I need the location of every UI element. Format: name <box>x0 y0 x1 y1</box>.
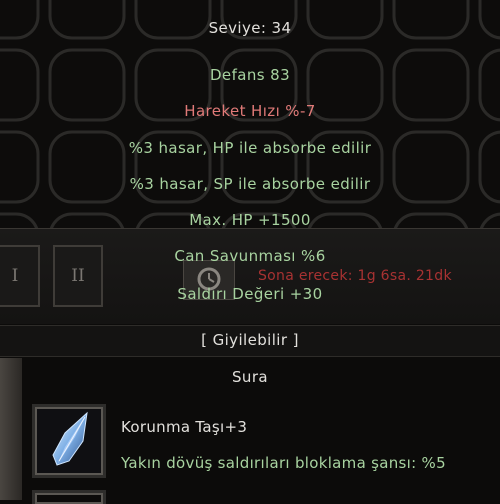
socket-item-slot[interactable] <box>32 404 106 478</box>
move-speed-text: Hareket Hızı %-7 <box>184 102 316 120</box>
hp-absorb-text: %3 hasar, HP ile absorbe edilir <box>128 139 372 157</box>
class-text: Sura <box>232 368 268 386</box>
defense-text: Defans 83 <box>209 66 291 84</box>
slot-i-label: I <box>11 266 19 286</box>
socket-bonus: Yakın dövüş saldırıları bloklama şansı: … <box>121 454 446 472</box>
life-defense-text: Can Savunması %6 <box>174 247 326 265</box>
slot-ii-label: II <box>71 266 85 286</box>
sp-absorb-text: %3 hasar, SP ile absorbe edilir <box>129 175 371 193</box>
crystal-icon <box>52 411 88 466</box>
max-hp-text: Max. HP +1500 <box>189 211 311 229</box>
expiry-text: Sona erecek: 1g 6sa. 21dk <box>258 268 452 284</box>
wearable-text: [ Giyilebilir ] <box>201 331 299 349</box>
next-item-slot[interactable] <box>32 490 106 504</box>
level-text: Seviye: 34 <box>208 19 292 37</box>
socket-name: Korunma Taşı+3 <box>121 418 248 436</box>
attack-value-text: Saldırı Değeri +30 <box>177 285 323 303</box>
